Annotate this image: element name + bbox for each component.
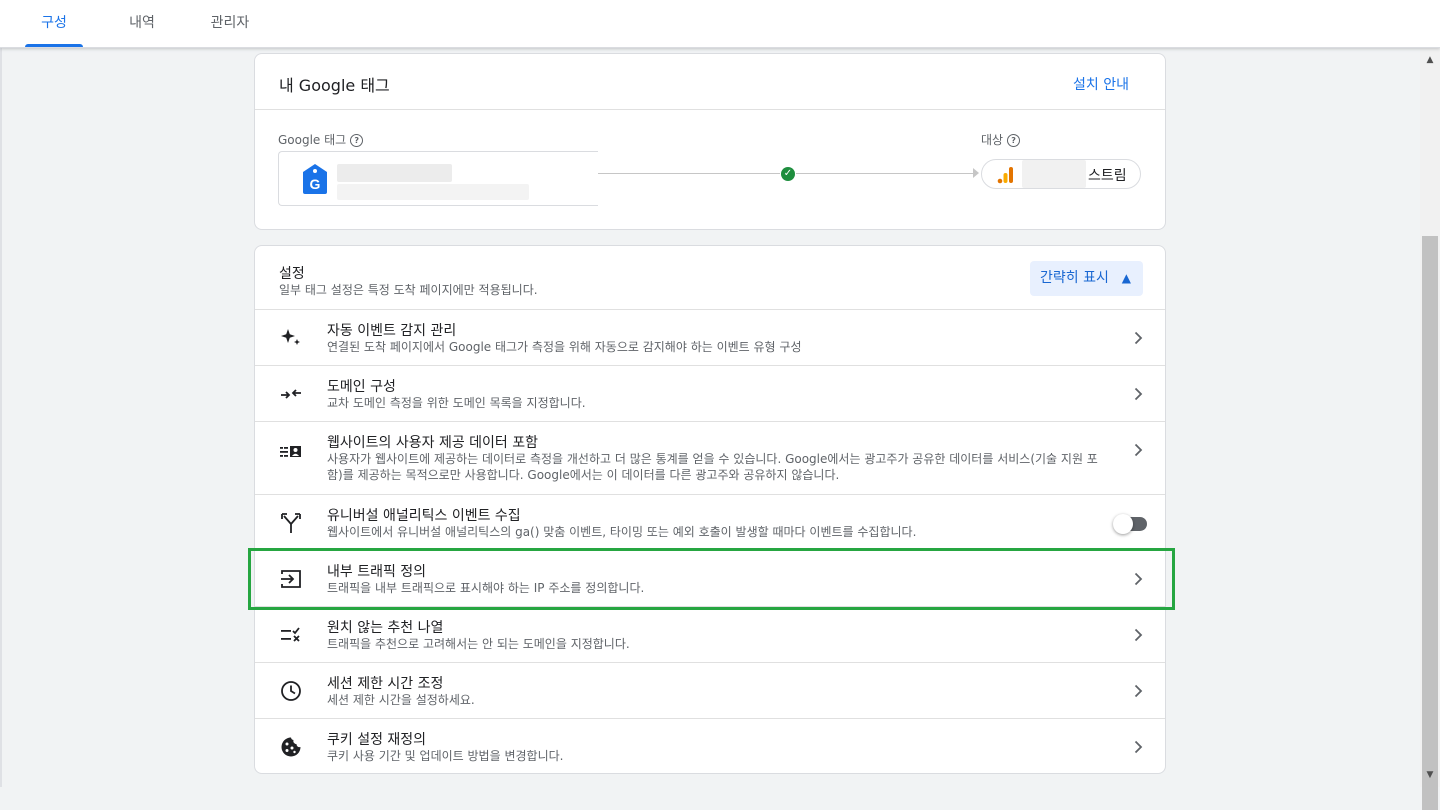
tab-configure[interactable]: 구성 xyxy=(25,0,83,47)
chevron-up-icon: ▲ xyxy=(1121,271,1131,285)
analytics-icon xyxy=(997,167,1013,184)
google-tag-icon: G xyxy=(303,164,327,194)
row-title: 세션 제한 시간 조정 xyxy=(327,676,444,692)
settings-row-unwanted-referrals[interactable]: 원치 않는 추천 나열 트래픽을 추천으로 고려해서는 안 되는 도메인을 지정… xyxy=(255,606,1165,662)
google-tag-label: Google 태그? xyxy=(278,131,364,148)
active-tab-indicator xyxy=(25,44,83,47)
chevron-right-icon xyxy=(1134,331,1143,345)
settings-row-auto-event-detection[interactable]: 자동 이벤트 감지 관리 연결된 도착 페이지에서 Google 태그가 측정을… xyxy=(255,309,1165,365)
left-edge xyxy=(0,47,2,787)
row-description: 사용자가 웹사이트에 제공하는 데이터로 측정을 개선하고 더 많은 통계를 얻… xyxy=(327,452,1098,482)
settings-row-cookie-settings[interactable]: 쿠키 설정 재정의 쿠키 사용 기간 및 업데이트 방법을 변경합니다. xyxy=(255,718,1165,773)
help-icon[interactable]: ? xyxy=(1007,134,1021,147)
row-title: 자동 이벤트 감지 관리 xyxy=(327,323,457,339)
settings-row-ua-event-collection[interactable]: 유니버설 애널리틱스 이벤트 수집 웹사이트에서 유니버설 애널리틱스의 ga(… xyxy=(255,494,1165,550)
destination-stream-chip[interactable]: 스트림 xyxy=(981,159,1141,189)
chevron-right-icon xyxy=(1134,387,1143,401)
connected-check-icon: ✓ xyxy=(781,167,795,181)
chevron-right-icon xyxy=(1134,443,1143,457)
destination-label: 대상? xyxy=(981,131,1021,148)
row-description: 세션 제한 시간을 설정하세요. xyxy=(327,693,475,707)
google-tag-card: 내 Google 태그 설치 안내 Google 태그? G ✓ 대상? 스트림 xyxy=(254,53,1166,230)
row-title: 웹사이트의 사용자 제공 데이터 포함 xyxy=(327,435,538,451)
scrollbar[interactable]: ▲ ▼ xyxy=(1420,48,1440,810)
row-description: 교차 도메인 측정을 위한 도메인 목록을 지정합니다. xyxy=(327,396,586,410)
chevron-right-icon xyxy=(1134,572,1143,586)
scroll-thumb[interactable] xyxy=(1422,236,1438,810)
connection-line xyxy=(598,173,780,174)
settings-card: 설정 일부 태그 설정은 특정 도착 페이지에만 적용됩니다. 간략히 표시 ▲… xyxy=(254,245,1166,774)
settings-row-domain-config[interactable]: 도메인 구성 교차 도메인 측정을 위한 도메인 목록을 지정합니다. xyxy=(255,365,1165,421)
top-tab-bar: 구성 내역 관리자 xyxy=(0,0,1440,48)
tab-admin[interactable]: 관리자 xyxy=(198,0,262,47)
chevron-right-icon xyxy=(1134,628,1143,642)
row-title: 원치 않는 추천 나열 xyxy=(327,620,444,636)
settings-row-user-provided-data[interactable]: 웹사이트의 사용자 제공 데이터 포함 사용자가 웹사이트에 제공하는 데이터로… xyxy=(255,421,1165,494)
connection-line xyxy=(796,173,974,174)
tab-history[interactable]: 내역 xyxy=(113,0,171,47)
row-title: 도메인 구성 xyxy=(327,379,396,395)
cookie-icon xyxy=(281,737,301,757)
clock-icon xyxy=(281,681,301,701)
row-description: 쿠키 사용 기간 및 업데이트 방법을 변경합니다. xyxy=(327,749,564,763)
google-tag-box[interactable]: G xyxy=(278,151,598,206)
chevron-right-icon xyxy=(1134,684,1143,698)
login-arrow-icon xyxy=(281,570,301,588)
redacted-tag-id xyxy=(337,184,529,200)
sparkle-icon xyxy=(281,329,300,345)
install-guide-link[interactable]: 설치 안내 xyxy=(1073,74,1129,94)
row-description: 트래픽을 추천으로 고려해서는 안 되는 도메인을 지정합니다. xyxy=(327,637,630,651)
svg-text:G: G xyxy=(310,176,321,192)
settings-subtitle: 일부 태그 설정은 특정 도착 페이지에만 적용됩니다. xyxy=(279,283,538,297)
merge-arrows-icon xyxy=(281,389,301,399)
tag-card-title: 내 Google 태그 xyxy=(279,76,390,95)
contact-data-icon xyxy=(280,446,301,457)
redacted-stream-name xyxy=(1022,160,1086,188)
rule-list-icon xyxy=(281,627,300,642)
row-title: 내부 트래픽 정의 xyxy=(327,564,427,580)
divider xyxy=(255,109,1165,110)
chevron-right-icon xyxy=(1134,740,1143,754)
scroll-up-arrow-icon[interactable]: ▲ xyxy=(1420,50,1440,70)
row-title: 유니버설 애널리틱스 이벤트 수집 xyxy=(327,508,521,524)
row-description: 연결된 도착 페이지에서 Google 태그가 측정을 위해 자동으로 감지해야… xyxy=(327,340,802,354)
redacted-tag-name xyxy=(337,164,452,182)
row-description: 트래픽을 내부 트래픽으로 표시해야 하는 IP 주소를 정의합니다. xyxy=(327,581,645,595)
settings-row-internal-traffic[interactable]: 내부 트래픽 정의 트래픽을 내부 트래픽으로 표시해야 하는 IP 주소를 정… xyxy=(255,550,1165,606)
stream-label: 스트림 xyxy=(1088,168,1127,184)
fork-icon xyxy=(281,513,301,533)
settings-row-session-timeout[interactable]: 세션 제한 시간 조정 세션 제한 시간을 설정하세요. xyxy=(255,662,1165,718)
help-icon[interactable]: ? xyxy=(350,134,364,147)
scroll-down-arrow-icon[interactable]: ▼ xyxy=(1420,765,1440,785)
show-less-button[interactable]: 간략히 표시 ▲ xyxy=(1030,261,1143,296)
toggle-thumb xyxy=(1113,514,1133,534)
row-description: 웹사이트에서 유니버설 애널리틱스의 ga() 맞춤 이벤트, 타이밍 또는 예… xyxy=(327,525,917,539)
connection-arrow-icon xyxy=(973,168,979,178)
ua-events-toggle[interactable] xyxy=(1113,514,1147,534)
settings-title: 설정 xyxy=(279,266,305,282)
row-title: 쿠키 설정 재정의 xyxy=(327,732,427,748)
